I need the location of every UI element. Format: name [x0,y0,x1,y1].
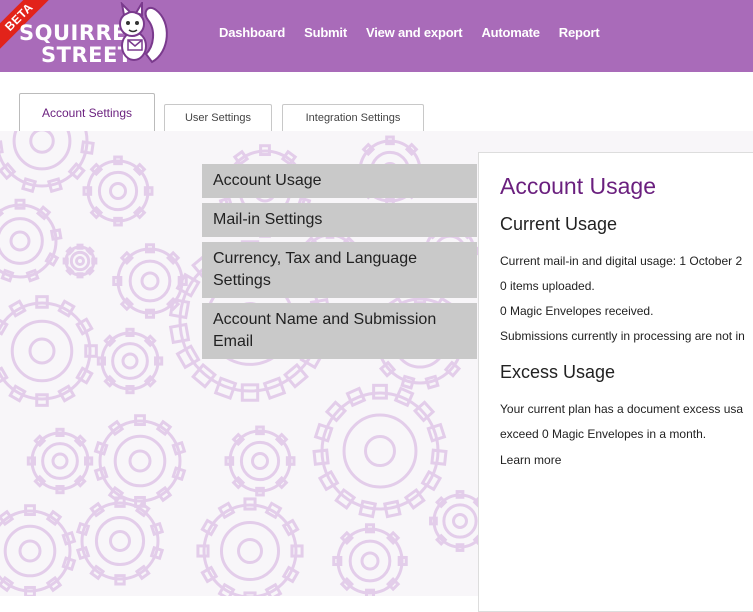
tab-integration-settings[interactable]: Integration Settings [282,104,424,132]
squirrel-street-logo[interactable]: BETA SQUIRREL STREET [0,0,180,72]
learn-more-link[interactable]: Learn more [500,453,561,467]
menu-item-mail-in-settings[interactable]: Mail-in Settings [202,203,477,237]
gear-icon [312,383,448,519]
menu-item-account-name-email[interactable]: Account Name and Submission Email [202,303,477,359]
nav-submit[interactable]: Submit [304,25,347,40]
page-title: Account Usage [500,173,656,199]
nav-report[interactable]: Report [559,25,600,40]
nav-dashboard[interactable]: Dashboard [219,25,285,40]
account-usage-panel: Account Usage Current Usage Current mail… [478,152,753,612]
current-usage-heading: Current Usage [500,214,618,234]
processing-note-text: Submissions currently in processing are … [500,329,745,343]
settings-menu: Account Usage Mail-in Settings Currency,… [202,164,477,364]
gear-icon [196,497,304,596]
gear-icon [0,504,77,596]
items-uploaded-text: 0 items uploaded. [500,279,595,293]
gear-icon [82,155,154,227]
nav-automate[interactable]: Automate [481,25,540,40]
gear-icon [26,427,94,495]
tab-user-settings[interactable]: User Settings [164,104,272,132]
gear-icon [0,198,63,283]
gear-icon [224,425,296,497]
gear-icon [75,496,165,586]
gear-icon [96,327,164,395]
nav-view-and-export[interactable]: View and export [366,25,463,40]
gear-icon [0,131,95,194]
main-nav: Dashboard Submit View and export Automat… [219,25,619,40]
tab-account-settings[interactable]: Account Settings [19,93,155,132]
gear-icon [0,295,98,407]
squirrel-mascot-icon [119,2,168,64]
envelopes-received-text: 0 Magic Envelopes received. [500,304,654,318]
gear-icon [332,523,408,596]
gear-icon [62,243,98,279]
settings-tab-strip: Account Settings User Settings Integrati… [0,72,753,132]
top-navigation-bar: BETA SQUIRREL STREET Dashboard Submit Vi… [0,0,753,72]
gear-icon [93,414,187,508]
excess-usage-text-1: Your current plan has a document excess … [500,402,744,416]
excess-usage-text-2: exceed 0 Magic Envelopes in a month. [500,427,707,441]
gear-icon [112,243,188,319]
menu-item-account-usage[interactable]: Account Usage [202,164,477,198]
menu-item-currency-tax-language[interactable]: Currency, Tax and Language Settings [202,242,477,298]
current-usage-text: Current mail-in and digital usage: 1 Oct… [500,254,743,268]
excess-usage-heading: Excess Usage [500,362,616,382]
